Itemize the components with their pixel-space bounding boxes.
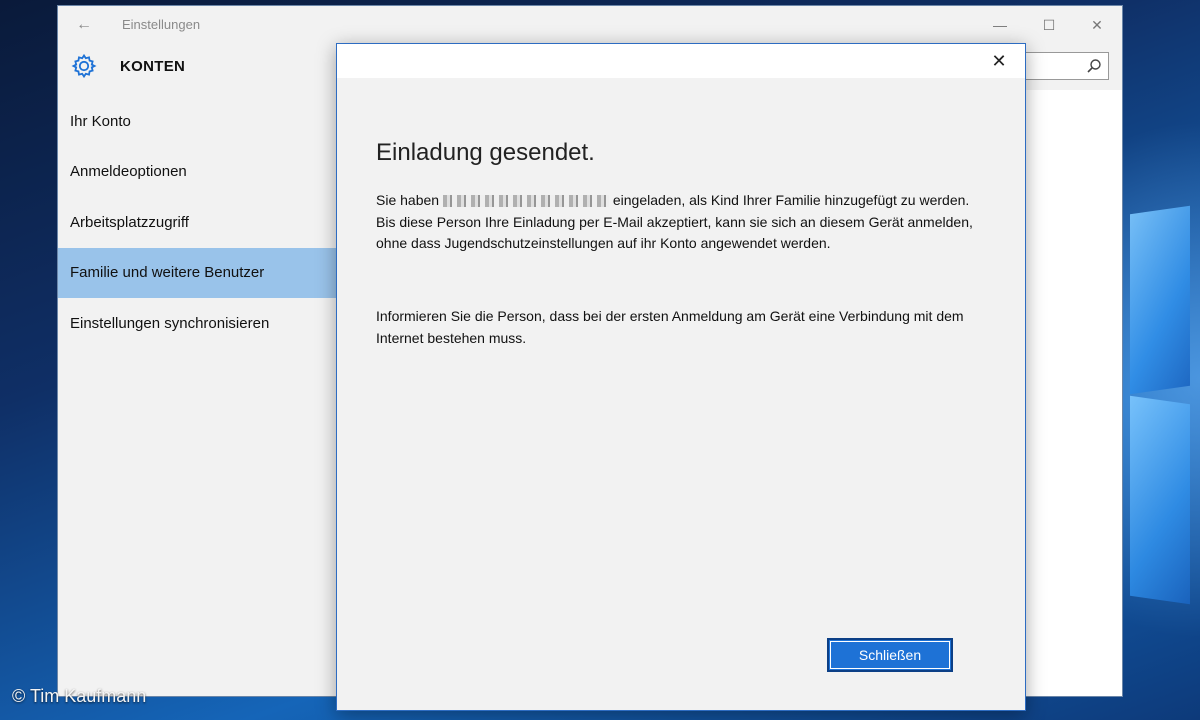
sidebar-item-ihr-konto[interactable]: Ihr Konto <box>58 97 336 147</box>
window-close-button[interactable]: ✕ <box>1077 12 1117 38</box>
dialog-paragraph-1: Sie haben eingeladen, als Kind Ihrer Fam… <box>376 190 976 255</box>
copyright-watermark: © Tim Kaufmann <box>12 686 147 706</box>
dialog-title: Einladung gesendet. <box>376 139 595 166</box>
redacted-name <box>442 195 609 208</box>
dialog-close-icon[interactable]: ✕ <box>987 50 1011 72</box>
back-arrow-icon[interactable]: ← <box>72 14 96 36</box>
search-icon[interactable] <box>1086 58 1102 74</box>
sidebar-item-arbeitsplatzzugriff[interactable]: Arbeitsplatzzugriff <box>58 198 336 248</box>
search-input[interactable] <box>1013 52 1109 80</box>
sidebar-item-anmeldeoptionen[interactable]: Anmeldeoptionen <box>58 147 336 197</box>
sidebar: Ihr Konto Anmeldeoptionen Arbeitsplatzzu… <box>58 90 336 696</box>
paragraph-1-prefix: Sie haben <box>376 192 440 208</box>
gear-icon <box>71 53 97 79</box>
dialog-title-bar: ✕ <box>337 44 1025 78</box>
minimize-button[interactable]: — <box>980 12 1020 38</box>
sidebar-item-familie[interactable]: Familie und weitere Benutzer <box>58 248 336 298</box>
dialog-paragraph-2: Informieren Sie die Person, dass bei der… <box>376 308 964 346</box>
windows-logo-wallpaper <box>1120 150 1200 630</box>
sidebar-item-synchronisieren[interactable]: Einstellungen synchronisieren <box>58 299 336 349</box>
close-button[interactable]: Schließen <box>827 638 953 672</box>
section-title: KONTEN <box>120 58 186 75</box>
window-title: Einstellungen <box>122 17 201 32</box>
title-bar: ← Einstellungen — ☐ ✕ <box>58 6 1122 44</box>
maximize-button[interactable]: ☐ <box>1029 12 1069 38</box>
invitation-dialog: ✕ Einladung gesendet. Sie haben eingelad… <box>336 43 1026 711</box>
